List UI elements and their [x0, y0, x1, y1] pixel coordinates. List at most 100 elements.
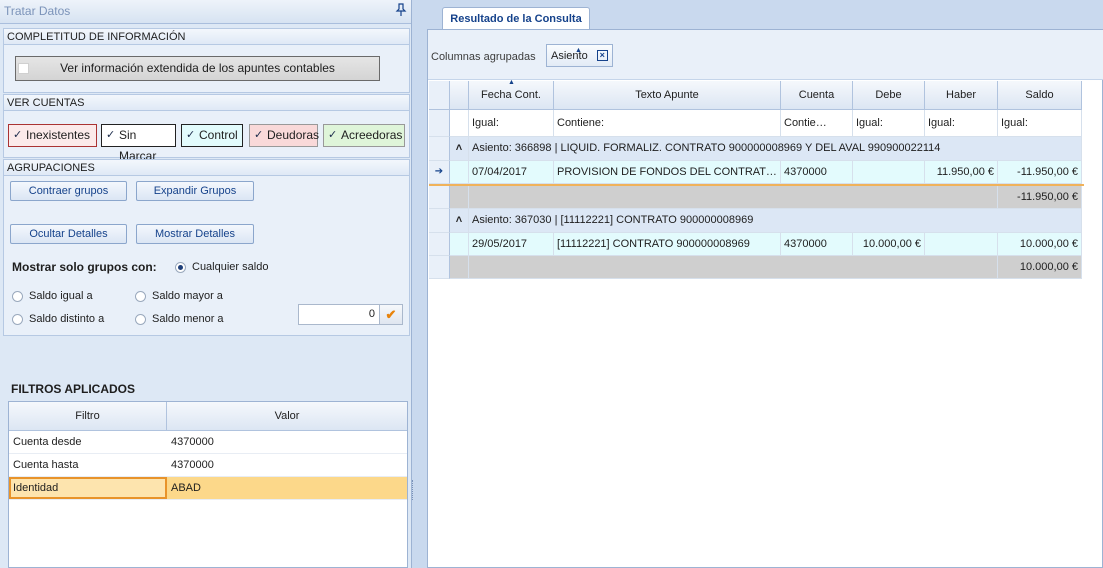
account-filter-label: Control: [199, 128, 238, 142]
table-row[interactable]: 29/05/2017 [11112221] CONTRATO 9000000089…: [429, 233, 1084, 256]
group-total-cell: 10.000,00 €: [998, 256, 1082, 279]
expand-groups-button[interactable]: Expandir Grupos: [136, 181, 254, 201]
row-indicator[interactable]: ➔: [429, 161, 450, 184]
table-row[interactable]: ➔ 07/04/2017 PROVISION DE FONDOS DEL CONTR…: [429, 161, 1084, 184]
column-filter-cell[interactable]: Igual:: [925, 110, 998, 137]
column-header-saldo[interactable]: Saldo: [998, 81, 1082, 110]
checkmark-icon[interactable]: ✓: [13, 125, 22, 146]
radio-less-indicator[interactable]: [135, 313, 146, 325]
filter-value-cell[interactable]: 4370000: [167, 454, 407, 476]
radio-any-balance-label: Cualquier saldo: [192, 261, 269, 273]
radio-any-balance[interactable]: Cualquier saldo: [175, 261, 268, 273]
results-grid: Fecha Cont. Texto Apunte Cuenta Debe Haber Sa…: [429, 79, 1084, 279]
row-indicator: [429, 137, 450, 161]
checkmark-icon[interactable]: ✓: [254, 125, 263, 146]
checkmark-icon[interactable]: ✓: [106, 125, 115, 146]
group-header-text: Asiento: 367030 | [11112221] CONTRATO 90…: [469, 209, 1082, 233]
splitter-grip[interactable]: [412, 480, 416, 500]
filter-name-cell[interactable]: Cuenta hasta: [9, 454, 167, 476]
collapse-group-icon[interactable]: ˄: [450, 137, 469, 161]
column-filter-cell[interactable]: Igual:: [853, 110, 925, 137]
groupings-section-header: AGRUPACIONES: [3, 159, 410, 176]
radio-greater-balance[interactable]: Saldo mayor a: [135, 290, 223, 302]
filters-col-filter[interactable]: Filtro: [9, 402, 167, 430]
date-cell[interactable]: 29/05/2017: [469, 233, 554, 256]
radio-equal-label: Saldo igual a: [29, 290, 93, 302]
collapse-group-icon[interactable]: ˄: [450, 209, 469, 233]
account-filter-label: Sin Marcar: [119, 128, 157, 163]
radio-greater-label: Saldo mayor a: [152, 290, 223, 302]
group-total-row: -11.950,00 €: [429, 184, 1084, 209]
radio-any-balance-indicator[interactable]: [175, 261, 186, 273]
radio-equal-balance[interactable]: Saldo igual a: [12, 290, 93, 302]
group-chip-asiento[interactable]: ▲ Asiento ×: [546, 44, 613, 67]
account-filter-control[interactable]: ✓ Control: [181, 124, 243, 147]
column-filter-cell[interactable]: Igual:: [998, 110, 1082, 137]
account-filter-acreedoras[interactable]: ✓ Acreedoras: [323, 124, 405, 147]
row-indicator: [429, 209, 450, 233]
balance-cell[interactable]: 10.000,00 €: [998, 233, 1082, 256]
results-panel: Resultado de la Consulta Columnas agrupa…: [417, 0, 1103, 568]
balance-cell[interactable]: -11.950,00 €: [998, 161, 1082, 184]
filters-table: Filtro Valor Cuenta desde 4370000 Cuenta h…: [8, 401, 408, 568]
extended-info-checkbox[interactable]: [18, 63, 29, 74]
expand-spacer: [450, 233, 469, 256]
column-filter-cell[interactable]: Contiene:: [554, 110, 781, 137]
debit-cell[interactable]: [853, 161, 925, 184]
filters-table-row[interactable]: Cuenta hasta 4370000: [9, 454, 407, 477]
column-header-debe[interactable]: Debe: [853, 81, 925, 110]
debit-cell[interactable]: 10.000,00 €: [853, 233, 925, 256]
column-filter-cell[interactable]: Igual:: [469, 110, 554, 137]
filter-value-cell[interactable]: ABAD: [167, 477, 407, 499]
date-cell[interactable]: 07/04/2017: [469, 161, 554, 184]
tab-query-result[interactable]: Resultado de la Consulta: [442, 7, 590, 30]
radio-distinct-balance[interactable]: Saldo distinto a: [12, 313, 104, 325]
filters-table-row[interactable]: Cuenta desde 4370000: [9, 431, 407, 454]
expand-spacer: [450, 161, 469, 184]
radio-greater-indicator[interactable]: [135, 290, 146, 302]
balance-amount-input[interactable]: 0: [298, 304, 380, 325]
filters-col-value[interactable]: Valor: [167, 402, 407, 430]
checkmark-icon[interactable]: ✓: [186, 125, 195, 146]
pin-icon[interactable]: [395, 3, 407, 17]
extended-info-button[interactable]: Ver información extendida de los apuntes…: [15, 56, 380, 81]
sort-up-icon: ▲: [508, 79, 515, 86]
filter-value-cell[interactable]: 4370000: [167, 431, 407, 453]
row-indicator[interactable]: [429, 233, 450, 256]
filter-name-cell[interactable]: Identidad: [9, 477, 167, 499]
expand-spacer: [450, 256, 469, 279]
show-details-button[interactable]: Mostrar Detalles: [136, 224, 254, 244]
credit-cell[interactable]: [925, 233, 998, 256]
close-icon[interactable]: ×: [596, 50, 608, 61]
account-filter-sin-marcar[interactable]: ✓ Sin Marcar: [101, 124, 176, 163]
account-cell[interactable]: 4370000: [781, 233, 853, 256]
checkmark-icon[interactable]: ✓: [328, 125, 337, 146]
account-cell[interactable]: 4370000: [781, 161, 853, 184]
filter-name-cell[interactable]: Cuenta desde: [9, 431, 167, 453]
grid-filter-row: Igual: Contiene: Contie… Igual: Igual: Igual:: [429, 110, 1084, 137]
filters-table-row[interactable]: Identidad ABAD: [9, 477, 407, 500]
account-filter-deudoras[interactable]: ✓ Deudoras: [249, 124, 319, 147]
radio-distinct-indicator[interactable]: [12, 313, 23, 325]
radio-equal-indicator[interactable]: [12, 290, 23, 302]
account-filter-label: Acreedoras: [341, 128, 403, 142]
collapse-groups-button[interactable]: Contraer grupos: [10, 181, 127, 201]
column-header-texto-apunte[interactable]: Texto Apunte: [554, 81, 781, 110]
radio-less-balance[interactable]: Saldo menor a: [135, 313, 224, 325]
radio-less-label: Saldo menor a: [152, 313, 224, 325]
column-filter-cell[interactable]: Contie…: [781, 110, 853, 137]
column-header-haber[interactable]: Haber: [925, 81, 998, 110]
group-row[interactable]: ˄ Asiento: 366898 | LIQUID. FORMALIZ. CON…: [429, 137, 1084, 161]
row-indicator: [429, 186, 450, 209]
radio-distinct-label: Saldo distinto a: [29, 313, 105, 325]
column-header-cuenta[interactable]: Cuenta: [781, 81, 853, 110]
group-row[interactable]: ˄ Asiento: 367030 | [11112221] CONTRATO 9…: [429, 209, 1084, 233]
apply-checkmark-icon[interactable]: ✔: [379, 304, 403, 325]
credit-cell[interactable]: 11.950,00 €: [925, 161, 998, 184]
grid-header-row: Fecha Cont. Texto Apunte Cuenta Debe Haber Sa…: [429, 79, 1084, 110]
account-filter-inexistentes[interactable]: ✓ Inexistentes: [8, 124, 97, 147]
hide-details-button[interactable]: Ocultar Detalles: [10, 224, 127, 244]
total-spacer: [469, 256, 998, 279]
text-cell[interactable]: [11112221] CONTRATO 900000008969: [554, 233, 781, 256]
text-cell[interactable]: PROVISION DE FONDOS DEL CONTRATO...: [554, 161, 781, 184]
